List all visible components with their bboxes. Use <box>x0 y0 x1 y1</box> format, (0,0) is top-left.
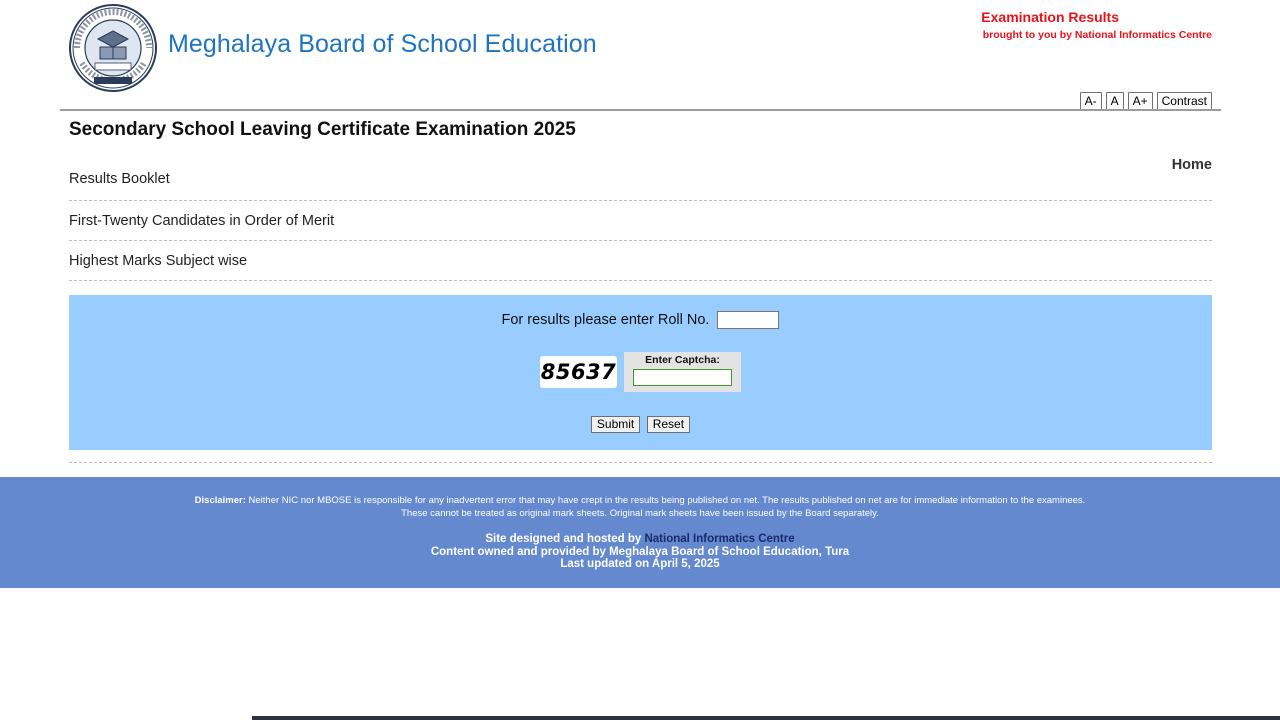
mbose-seal-icon <box>69 4 157 92</box>
window-bottom-edge <box>252 716 1280 720</box>
disclaimer-text: Neither NIC nor MBOSE is responsible for… <box>245 495 1086 506</box>
hosted-by-label: Site designed and hosted by <box>485 533 645 545</box>
accessibility-toolbar: A- A A+ Contrast <box>1079 92 1212 110</box>
decrease-font-button[interactable]: A- <box>1079 92 1102 110</box>
form-buttons: Submit Reset <box>69 415 1212 433</box>
submit-button[interactable]: Submit <box>590 416 641 433</box>
board-title: Meghalaya Board of School Education <box>168 30 597 58</box>
result-form-panel: For results please enter Roll No. 85637 … <box>69 295 1212 450</box>
roll-number-label: For results please enter Roll No. <box>501 312 710 328</box>
content-divider <box>69 462 1212 463</box>
normal-font-button[interactable]: A <box>1105 92 1124 110</box>
menu-item-results-booklet[interactable]: Results Booklet <box>69 160 1212 201</box>
captcha-entry-box: Enter Captcha: <box>624 352 741 392</box>
mbose-logo <box>68 3 158 93</box>
roll-number-row: For results please enter Roll No. <box>69 311 1212 329</box>
disclaimer-text-2: These cannot be treated as original mark… <box>401 507 879 519</box>
content-owner-text: Content owned and provided by Meghalaya … <box>430 545 850 558</box>
captcha-input[interactable] <box>633 369 732 386</box>
menu-item-highest-marks[interactable]: Highest Marks Subject wise <box>69 241 1212 281</box>
results-menu: Results Booklet First-Twenty Candidates … <box>69 160 1212 281</box>
examination-results-heading: Examination Results <box>981 9 1119 25</box>
last-updated-text: Last updated on April 5, 2025 <box>560 558 720 570</box>
disclaimer: Disclaimer: Neither NIC nor MBOSE is res… <box>0 495 1280 520</box>
increase-font-button[interactable]: A+ <box>1127 92 1153 110</box>
captcha-label: Enter Captcha: <box>645 354 720 366</box>
footer: Disclaimer: Neither NIC nor MBOSE is res… <box>0 477 1280 588</box>
contrast-button[interactable]: Contrast <box>1156 92 1212 110</box>
page-title: Secondary School Leaving Certificate Exa… <box>69 119 576 140</box>
disclaimer-title: Disclaimer: <box>194 495 246 506</box>
brought-by-text: brought to you by National Informatics C… <box>982 29 1212 41</box>
roll-number-input[interactable] <box>717 311 780 329</box>
site-credits: Site designed and hosted by National Inf… <box>0 533 1280 571</box>
header-divider <box>60 109 1221 111</box>
captcha-image: 85637 <box>540 356 617 388</box>
reset-button[interactable]: Reset <box>646 416 691 433</box>
menu-item-merit-list[interactable]: First-Twenty Candidates in Order of Meri… <box>69 201 1212 241</box>
nic-link[interactable]: National Informatics Centre <box>644 533 794 545</box>
